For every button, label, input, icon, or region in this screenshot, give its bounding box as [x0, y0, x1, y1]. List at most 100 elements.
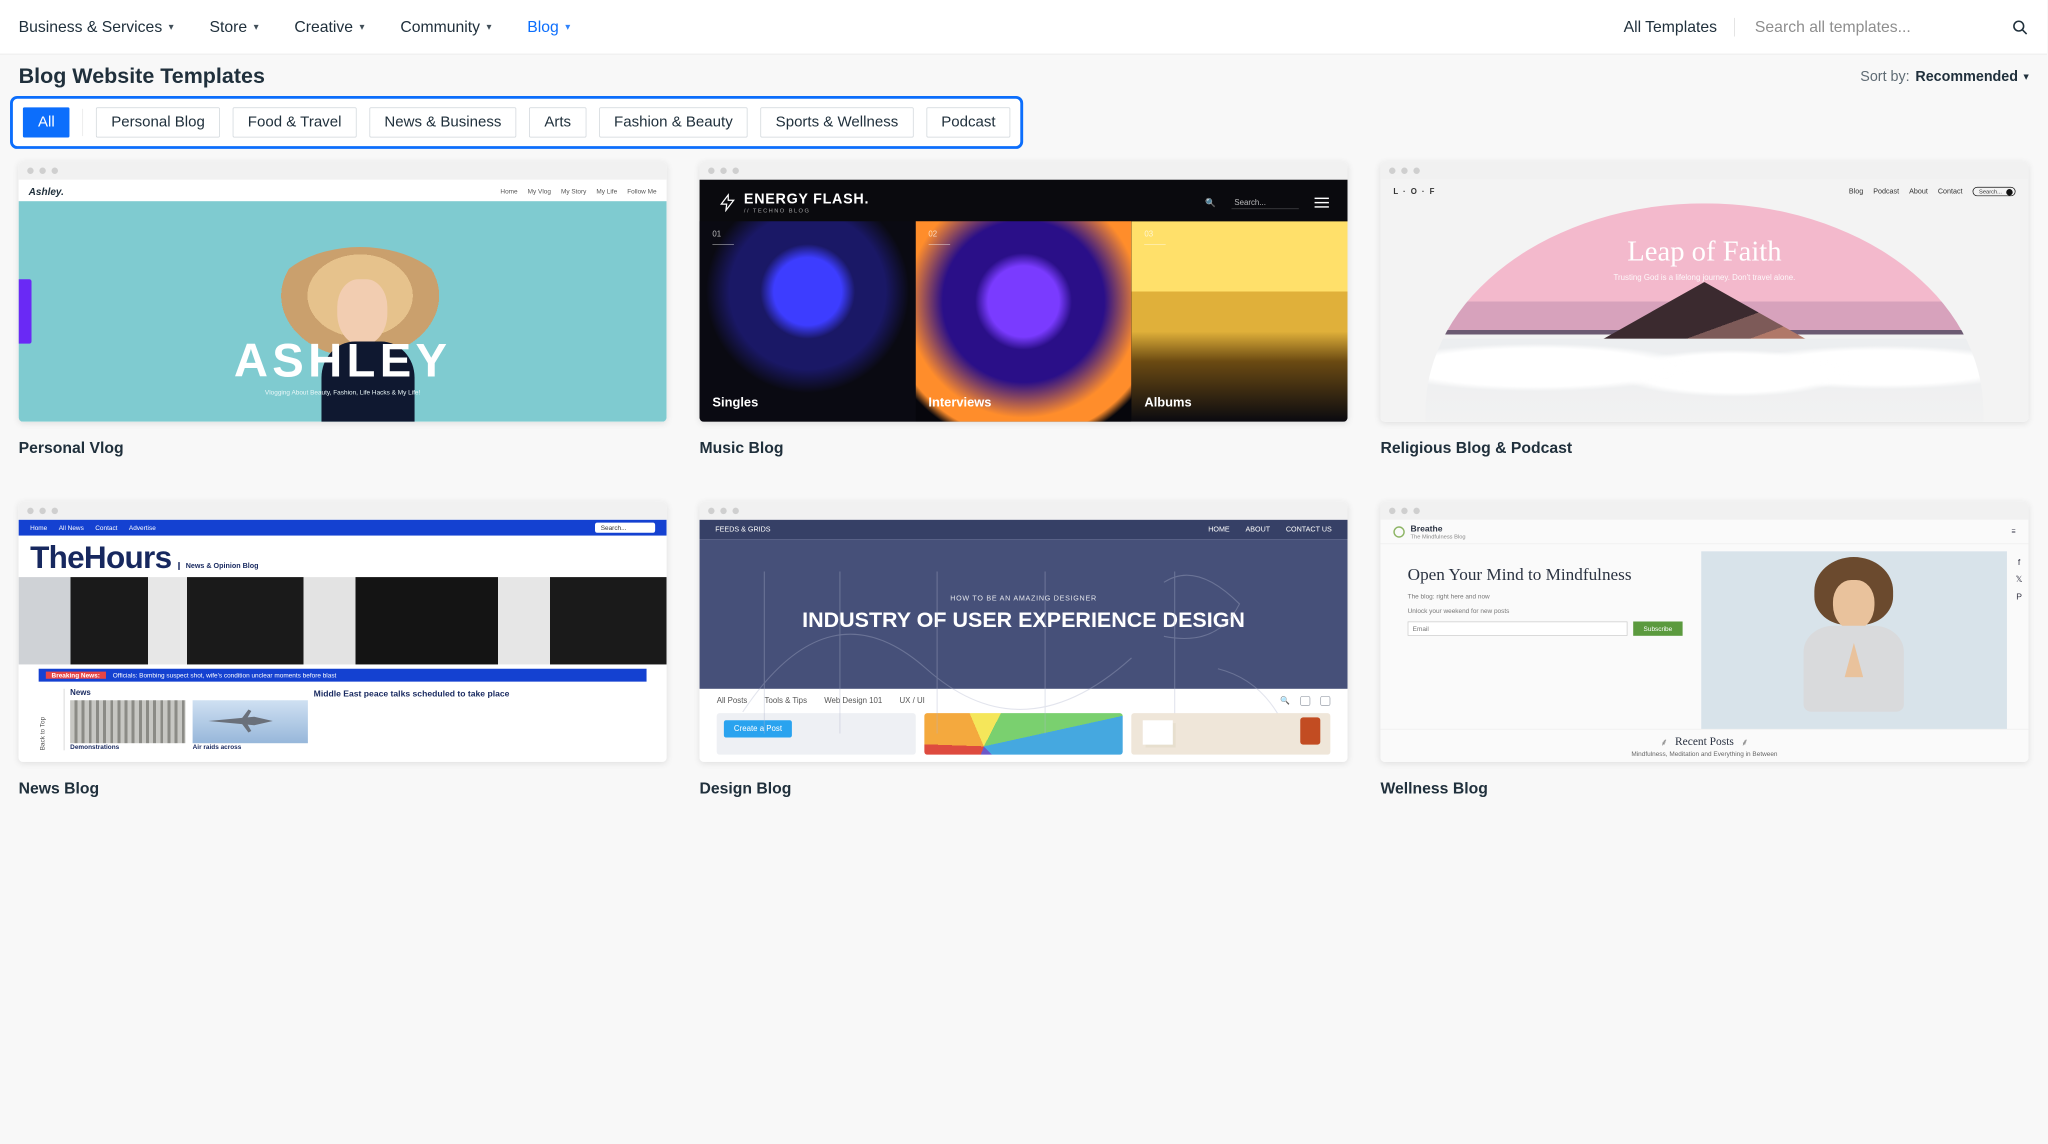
chevron-down-icon: ▾ [360, 21, 365, 33]
all-templates-link[interactable]: All Templates [1624, 18, 1735, 37]
email-field [1408, 621, 1628, 635]
preview-menu-item: My Vlog [528, 188, 551, 195]
preview-nav-item: HOME [1208, 526, 1229, 534]
sort-label: Sort by: [1860, 68, 1909, 84]
preview-nav-item: Advertise [129, 524, 156, 531]
preview-nav-item: About [1909, 188, 1928, 196]
twitter-icon: 𝕏 [2016, 574, 2023, 584]
nav-label: Business & Services [19, 18, 163, 37]
page-title: Blog Website Templates [19, 64, 265, 88]
crowd-photo [19, 577, 667, 664]
filter-personal-blog[interactable]: Personal Blog [96, 107, 220, 137]
menu-icon: ≡ [2011, 528, 2015, 536]
nav-item-store[interactable]: Store ▾ [209, 18, 258, 37]
preview: L · O · F Blog Podcast About Contact Sea… [1380, 180, 2028, 422]
template-thumbnail: Breathe The Mindfulness Blog ≡ Open Your… [1380, 502, 2028, 762]
filter-all[interactable]: All [23, 107, 70, 137]
nav-label: Blog [527, 18, 559, 37]
preview-kicker: HOW TO BE AN AMAZING DESIGNER [950, 595, 1097, 603]
template-title: Design Blog [700, 773, 1348, 797]
search-icon: 🔍 [1205, 198, 1216, 208]
nav-label: Community [400, 18, 480, 37]
preview-nav: Blog Podcast About Contact Search... [1849, 187, 2016, 196]
arch-image: Leap of Faith Trusting God is a lifelong… [1426, 203, 1983, 421]
template-card-news-blog[interactable]: Home All News Contact Advertise Search..… [19, 502, 667, 798]
chevron-down-icon: ▾ [486, 21, 491, 33]
template-thumbnail: FEEDS & GRIDS HOME ABOUT CONTACT US [700, 502, 1348, 762]
recent-posts-title: Recent Posts [1675, 736, 1734, 748]
template-card-design-blog[interactable]: FEEDS & GRIDS HOME ABOUT CONTACT US [700, 502, 1348, 798]
nav-label: Store [209, 18, 247, 37]
nav-item-business[interactable]: Business & Services ▾ [19, 18, 174, 37]
nav-item-creative[interactable]: Creative ▾ [294, 18, 364, 37]
preview-hero-title: ASHLEY [19, 333, 667, 387]
social-icons: f 𝕏 P [2010, 544, 2029, 729]
preview-hero-title: Open Your Mind to Mindfulness [1408, 564, 1683, 585]
preview: FEEDS & GRIDS HOME ABOUT CONTACT US [700, 520, 1348, 762]
top-nav: Business & Services ▾ Store ▾ Creative ▾… [0, 0, 2047, 54]
sort-control[interactable]: Sort by: Recommended ▾ [1860, 68, 2028, 84]
preview-menu-item: My Life [596, 188, 617, 195]
leaf-circle-icon [1393, 526, 1404, 537]
search-icon[interactable] [2011, 18, 2028, 35]
template-title: Wellness Blog [1380, 773, 2028, 797]
search-input[interactable] [1755, 18, 1977, 37]
window-dots-icon [19, 502, 667, 520]
template-thumbnail: L · O · F Blog Podcast About Contact Sea… [1380, 162, 2028, 422]
facebook-icon: f [2018, 557, 2020, 567]
filter-fashion-beauty[interactable]: Fashion & Beauty [599, 107, 748, 137]
preview-brand: Breathe [1411, 523, 1466, 533]
sort-value: Recommended ▾ [1915, 68, 2028, 84]
filter-news-business[interactable]: News & Business [369, 107, 516, 137]
window-dots-icon [1380, 502, 2028, 520]
menu-icon [1315, 195, 1329, 211]
preview-hero-sub2: Unlock your weekend for new posts [1408, 607, 1683, 614]
preview-nav-item: Podcast [1873, 188, 1899, 196]
template-thumbnail: Home All News Contact Advertise Search..… [19, 502, 667, 762]
templates-grid: Ashley. Home My Vlog My Story My Life Fo… [0, 162, 2047, 819]
preview-search: Search... [1973, 187, 2016, 196]
filter-separator [83, 109, 84, 136]
preview-nav-item: Contact [95, 524, 117, 531]
preview: Ashley. Home My Vlog My Story My Life Fo… [19, 180, 667, 422]
col-idx: 03 [1144, 230, 1153, 239]
col-idx: 01 [712, 230, 721, 239]
template-thumbnail: ENERGY FLASH. // TECHNO BLOG 🔍 Search...… [700, 162, 1348, 422]
template-card-music-blog[interactable]: ENERGY FLASH. // TECHNO BLOG 🔍 Search...… [700, 162, 1348, 458]
preview-nav: Home All News Contact Advertise [30, 524, 156, 531]
preview-nav-item: CONTACT US [1286, 526, 1332, 534]
preview-search-label: Search... [1231, 197, 1298, 209]
nav-item-community[interactable]: Community ▾ [400, 18, 491, 37]
filter-arts[interactable]: Arts [529, 107, 586, 137]
preview: Breathe The Mindfulness Blog ≡ Open Your… [1380, 520, 2028, 762]
nav-label: Creative [294, 18, 353, 37]
jet-icon [204, 708, 276, 734]
preview-search: Search... [595, 523, 655, 533]
template-title: Religious Blog & Podcast [1380, 433, 2028, 457]
preview-mast-sub: News & Opinion Blog [179, 562, 259, 570]
preview-menu-item: My Story [561, 188, 586, 195]
filter-sports-wellness[interactable]: Sports & Wellness [761, 107, 914, 137]
preview-nav-item: Blog [1849, 188, 1863, 196]
lightning-icon [718, 193, 737, 212]
caption: Demonstrations [70, 743, 185, 750]
filter-podcast[interactable]: Podcast [926, 107, 1010, 137]
preview: Home All News Contact Advertise Search..… [19, 520, 667, 762]
template-card-wellness-blog[interactable]: Breathe The Mindfulness Blog ≡ Open Your… [1380, 502, 2028, 798]
preview-logo-sub: // TECHNO BLOG [744, 208, 869, 214]
preview-menu: Home My Vlog My Story My Life Follow Me [500, 188, 656, 195]
template-card-religious-blog[interactable]: L · O · F Blog Podcast About Contact Sea… [1380, 162, 2028, 458]
template-card-personal-vlog[interactable]: Ashley. Home My Vlog My Story My Life Fo… [19, 162, 667, 458]
preview-masthead: TheHours [30, 540, 171, 576]
filter-food-travel[interactable]: Food & Travel [233, 107, 357, 137]
back-to-top: Back to Top [39, 689, 65, 751]
preview-title: Leap of Faith [1426, 234, 1983, 268]
window-dots-icon [700, 502, 1348, 520]
pinterest-icon: P [2016, 591, 2022, 601]
desk-image [1132, 713, 1331, 755]
window-dots-icon [1380, 162, 2028, 180]
preview-nav-item: Contact [1938, 188, 1963, 196]
ornament-icon: ⸙ [1741, 736, 1749, 747]
nav-item-blog[interactable]: Blog ▾ [527, 18, 570, 37]
col-label: Interviews [928, 395, 991, 410]
